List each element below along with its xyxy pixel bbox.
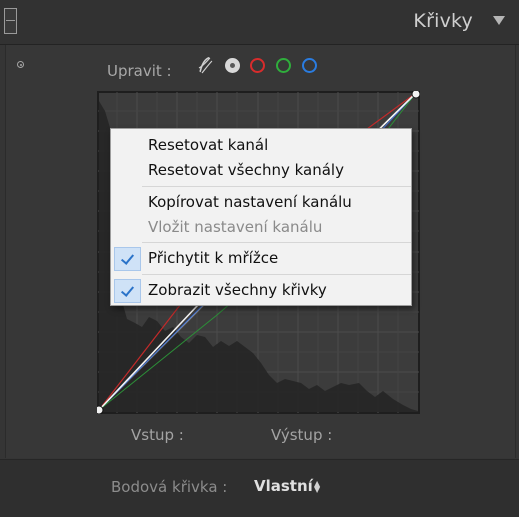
menu-separator (142, 186, 411, 187)
upravit-label: Upravit : (107, 62, 172, 80)
menu-item-reset-all-channels[interactable]: Resetovat všechny kanály (111, 159, 411, 181)
point-curve-dropdown[interactable]: Vlastní (254, 477, 313, 495)
menu-separator (142, 274, 411, 275)
curve-point-start (97, 405, 104, 414)
dropdown-updown-icon[interactable]: ▲ ▼ (314, 480, 320, 494)
output-readout-label: Výstup : (271, 426, 333, 444)
panel-header[interactable]: Křivky (0, 0, 519, 45)
target-adjust-icon[interactable] (17, 61, 24, 68)
menu-separator (142, 242, 411, 243)
panel-toggle-icon[interactable] (493, 16, 505, 25)
point-curve-label: Bodová křivka : (111, 478, 228, 496)
red-channel-icon[interactable] (250, 58, 265, 73)
context-menu: Resetovat kanál Resetovat všechny kanály… (110, 128, 412, 306)
menu-item-snap-to-grid[interactable]: Přichytit k mřížce (111, 247, 411, 271)
input-readout-label: Vstup : (131, 426, 184, 444)
panel-title: Křivky (413, 10, 473, 32)
green-channel-icon[interactable] (276, 58, 291, 73)
panel-collapse-icon[interactable] (4, 8, 17, 34)
menu-item-reset-channel[interactable]: Resetovat kanál (111, 134, 411, 156)
checkmark-icon (114, 279, 141, 303)
checkmark-icon (114, 247, 141, 271)
menu-item-copy-channel-settings[interactable]: Kopírovat nastavení kanálu (111, 191, 411, 213)
menu-item-show-all-curves[interactable]: Zobrazit všechny křivky (111, 279, 411, 303)
parametric-curve-icon[interactable] (197, 56, 213, 74)
curve-point-end (411, 91, 420, 99)
menu-item-paste-channel-settings: Vložit nastavení kanálu (148, 218, 323, 236)
blue-channel-icon[interactable] (302, 58, 317, 73)
point-curve-icon[interactable] (225, 58, 240, 73)
curves-panel: Křivky Upravit : Vstup: Výstup: Bodová… (0, 0, 519, 517)
